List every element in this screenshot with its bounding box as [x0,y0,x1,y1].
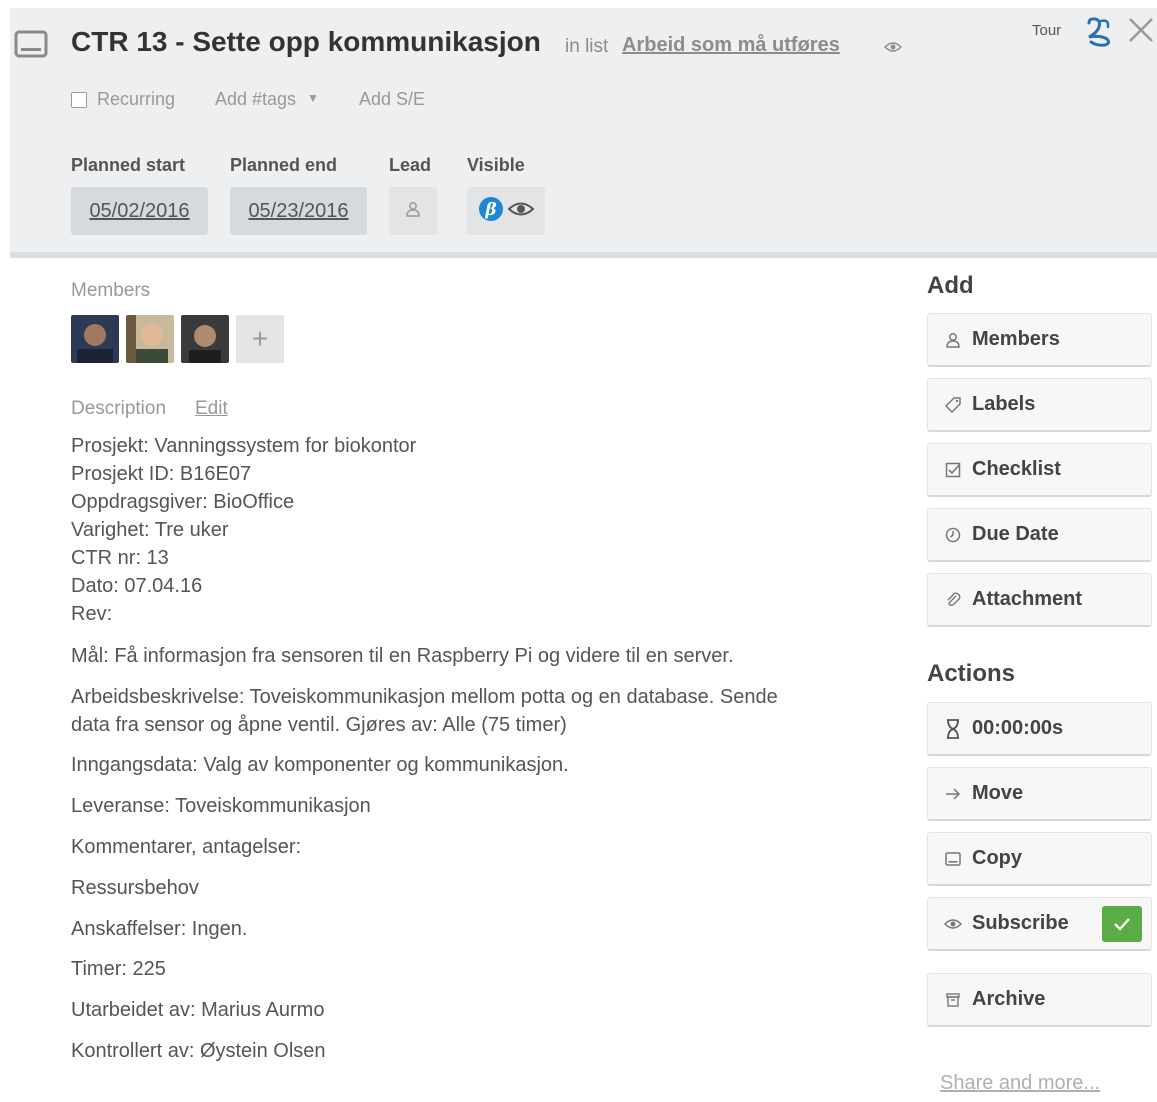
description-line: CTR nr: 13 [71,547,169,569]
description-line: Kontrollert av: Øystein Olsen [71,1040,326,1062]
add-members-label: Members [972,328,1060,350]
subscribe-button[interactable]: Subscribe [927,897,1152,951]
description-label: Description [71,398,167,419]
eye-icon [944,915,962,933]
description-line: Kommentarer, antagelser: [71,836,302,858]
member-avatar[interactable] [126,315,174,363]
member-avatar[interactable] [181,315,229,363]
evernote-icon: β [478,196,504,227]
add-members-button[interactable]: Members [927,313,1152,367]
card-icon [14,30,48,63]
eye-icon [507,201,535,222]
archive-icon [944,991,962,1009]
visible-label: Visible [467,155,525,175]
planned-end-label: Planned end [230,155,338,175]
add-checklist-button[interactable]: Checklist [927,443,1152,497]
add-due-date-button[interactable]: Due Date [927,508,1152,562]
person-icon [405,201,421,222]
tour-link[interactable]: Tour [1032,22,1061,39]
description-line: Mål: Få informasjon fra sensoren til en … [71,645,734,667]
actions-heading: Actions [927,660,1016,687]
description-line: Varighet: Tre uker [71,519,229,541]
visibility-picker[interactable]: β [467,187,545,235]
description-line: Dato: 07.04.16 [71,575,203,597]
move-button[interactable]: Move [927,767,1152,821]
add-labels-label: Labels [972,393,1036,415]
in-list-prefix: in list [565,36,609,57]
tour-icon[interactable] [1081,15,1115,54]
list-name-link[interactable]: Arbeid som må utføres [622,34,840,57]
description-line: Inngangsdata: Valg av komponenter og kom… [71,754,569,776]
description-line: Prosjekt: Vanningssystem for biokontor [71,435,417,457]
add-checklist-label: Checklist [972,458,1061,480]
description-line: Timer: 225 [71,958,166,980]
close-icon[interactable] [1127,16,1155,49]
archive-button[interactable]: Archive [927,973,1152,1027]
move-label: Move [972,782,1024,804]
paperclip-icon [944,591,962,609]
recurring-checkbox[interactable] [71,92,87,108]
add-labels-button[interactable]: Labels [927,378,1152,432]
description-line: Leveranse: Toveiskommunikasjon [71,795,371,817]
lead-picker[interactable] [389,187,437,235]
members-label: Members [71,280,151,301]
svg-text:β: β [484,200,496,220]
edit-description-link[interactable]: Edit [195,398,228,420]
recurring-label[interactable]: Recurring [97,89,175,110]
add-attachment-button[interactable]: Attachment [927,573,1152,627]
description-line: Ressursbehov [71,877,199,899]
planned-start-label: Planned start [71,155,186,175]
header-divider [10,252,1157,258]
timer-label: 00:00:00s [972,717,1064,739]
description-line: Oppdragsgiver: BioOffice [71,491,295,513]
description-line: Anskaffelser: Ingen. [71,918,248,940]
arrow-right-icon [944,785,962,803]
member-avatar[interactable] [71,315,119,363]
copy-button[interactable]: Copy [927,832,1152,886]
share-and-more-link[interactable]: Share and more... [940,1072,1100,1095]
checklist-icon [944,461,962,479]
subscribe-label: Subscribe [972,912,1069,934]
clock-icon [944,526,962,544]
eye-icon [883,40,903,58]
description-line: Prosjekt ID: B16E07 [71,463,252,485]
timer-button[interactable]: 00:00:00s [927,702,1152,756]
add-member-button[interactable]: + [236,315,284,363]
chevron-down-icon: ▼ [307,91,319,105]
add-attachment-label: Attachment [972,588,1083,610]
description-line: Rev: [71,603,113,625]
subscribed-check-icon [1102,906,1142,942]
add-se-button[interactable]: Add S/E [359,89,425,110]
copy-label: Copy [972,847,1022,869]
add-heading: Add [927,272,974,299]
add-due-date-label: Due Date [972,523,1059,545]
planned-end-field[interactable]: 05/23/2016 [230,187,367,235]
lead-label: Lead [389,155,432,175]
description-line: data fra sensor og åpne ventil. Gjøres a… [71,714,567,736]
archive-label: Archive [972,988,1046,1010]
add-tags-button[interactable]: Add #tags [215,89,296,110]
card-title[interactable]: CTR 13 - Sette opp kommunikasjon [71,26,541,58]
hourglass-icon [944,718,962,739]
description-line: Utarbeidet av: Marius Aurmo [71,999,325,1021]
tag-icon [944,396,962,414]
description-line: Arbeidsbeskrivelse: Toveiskommunikasjon … [71,686,778,708]
planned-start-field[interactable]: 05/02/2016 [71,187,208,235]
card-icon [944,850,962,868]
person-icon [944,331,962,349]
